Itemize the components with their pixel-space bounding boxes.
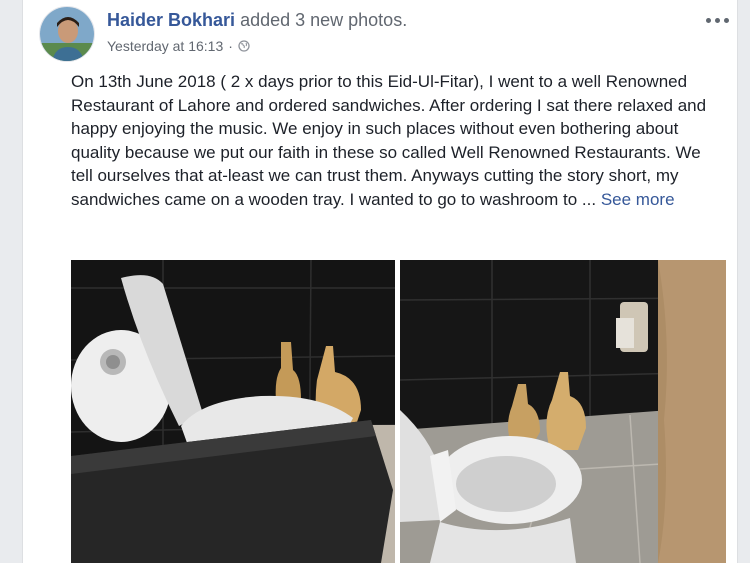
post-title-line: Haider Bokhari added 3 new photos. [107,10,407,31]
post-timestamp-line: Yesterday at 16:13 · [107,38,407,54]
washroom-toilet-photo [400,260,726,563]
post-photo-2[interactable] [400,260,726,563]
post-card: Haider Bokhari added 3 new photos. Yeste… [22,0,738,563]
washroom-toilet-photo [71,260,395,563]
post-body: On 13th June 2018 ( 2 x days prior to th… [71,70,721,211]
avatar-portrait-icon [40,7,94,61]
post-text: On 13th June 2018 ( 2 x days prior to th… [71,72,707,209]
author-avatar[interactable] [39,6,95,62]
meta-separator: · [228,38,233,54]
more-dots-icon[interactable] [703,14,731,26]
post-photo-1[interactable] [71,260,395,563]
author-name-link[interactable]: Haider Bokhari [107,10,235,30]
see-more-link[interactable]: See more [601,190,675,209]
news-feed-background: Haider Bokhari added 3 new photos. Yeste… [0,0,750,563]
post-action-text: added 3 new photos. [240,10,408,30]
post-timestamp[interactable]: Yesterday at 16:13 [107,38,223,54]
post-meta: Haider Bokhari added 3 new photos. Yeste… [107,10,407,54]
post-header: Haider Bokhari added 3 new photos. Yeste… [39,6,729,62]
globe-icon[interactable] [238,40,250,52]
